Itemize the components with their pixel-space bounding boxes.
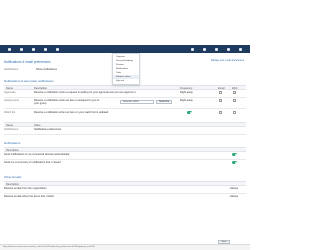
user-menu-dropdown: Organize Personal Settings Preview Notifica… bbox=[112, 53, 140, 85]
divider bbox=[4, 159, 246, 160]
status-bar-url: https://instance.service-now.com/nav_to.… bbox=[0, 244, 250, 250]
settings-icon[interactable] bbox=[203, 47, 206, 51]
table-row: Send me a summary of notifications that … bbox=[4, 161, 246, 167]
section2-header: Name Value bbox=[4, 122, 246, 127]
email-checkbox[interactable] bbox=[219, 91, 222, 94]
home-icon[interactable] bbox=[8, 47, 11, 51]
setting-toggle[interactable] bbox=[232, 153, 237, 156]
web-checkbox[interactable] bbox=[233, 111, 236, 114]
row-name: Approvals bbox=[4, 91, 16, 94]
setting-toggle[interactable] bbox=[232, 161, 237, 164]
frequency-select[interactable]: Selected option bbox=[120, 100, 154, 104]
header-description: Description bbox=[6, 149, 19, 152]
calendar-icon[interactable] bbox=[44, 47, 47, 51]
divider bbox=[4, 108, 246, 109]
row-name: Watch list bbox=[4, 111, 16, 114]
web-checkbox[interactable] bbox=[233, 99, 236, 102]
header-description: Description bbox=[6, 183, 19, 186]
row-value: Always bbox=[230, 195, 239, 198]
header-name: Name bbox=[6, 87, 13, 90]
section-notifications-2-title: Notifications bbox=[4, 141, 21, 145]
web-checkbox[interactable] bbox=[233, 91, 236, 94]
user-icon[interactable] bbox=[191, 47, 194, 51]
email-preferences-link[interactable]: Manage your e-mail preferences bbox=[200, 60, 244, 62]
divider bbox=[4, 97, 246, 98]
row-description: Receive a notification when an item is a… bbox=[34, 99, 100, 105]
subscribe-button[interactable]: Subscribe bbox=[156, 100, 173, 104]
chart-icon[interactable] bbox=[56, 47, 59, 51]
row-value: Always bbox=[230, 187, 239, 190]
section3-header: Description bbox=[4, 147, 246, 152]
menu-item[interactable]: Sign out bbox=[113, 79, 139, 83]
row-name: Assignments bbox=[4, 99, 19, 102]
row-value: Notification preferences bbox=[34, 128, 62, 131]
header-name: Name bbox=[6, 124, 13, 127]
email-checkbox[interactable] bbox=[219, 111, 222, 114]
row-description: Receive a notification when a request is… bbox=[34, 91, 136, 94]
row-description: Receive emails about the items that I wa… bbox=[4, 195, 55, 198]
row-description: Receive a notification when an item on y… bbox=[34, 111, 109, 114]
bell-icon[interactable] bbox=[215, 47, 218, 51]
help-icon[interactable] bbox=[239, 47, 242, 51]
row-frequency: Right away bbox=[180, 91, 193, 94]
divider bbox=[4, 193, 246, 194]
email-checkbox[interactable] bbox=[219, 99, 222, 102]
table-row: Watch list Receive a notification when a… bbox=[4, 111, 246, 117]
row-description: Send notifications to my connected devic… bbox=[4, 153, 70, 156]
row-description: Send me a summary of notifications that … bbox=[4, 161, 61, 164]
row-frequency: Right away bbox=[180, 99, 193, 102]
subtitle-label: Notifications bbox=[4, 68, 19, 71]
watchlist-toggle[interactable] bbox=[187, 111, 192, 114]
grid-icon[interactable] bbox=[20, 47, 23, 51]
row-description: Receive emails from the organization bbox=[4, 187, 47, 190]
section1-header: Name Description Frequency Email Web bbox=[4, 85, 246, 90]
section-other-emails-title: Other Emails bbox=[4, 175, 22, 179]
search-icon[interactable] bbox=[227, 47, 230, 51]
table-row: Notifications Notification preferences bbox=[4, 128, 246, 131]
section4-header: Description bbox=[4, 181, 246, 186]
folder-icon[interactable] bbox=[32, 47, 35, 51]
top-navigation-bar bbox=[0, 45, 250, 53]
subtitle-value: Show notifications bbox=[36, 68, 57, 71]
row-name: Notifications bbox=[4, 128, 19, 131]
divider bbox=[4, 134, 246, 135]
table-row: Receive emails about the items that I wa… bbox=[4, 195, 246, 201]
